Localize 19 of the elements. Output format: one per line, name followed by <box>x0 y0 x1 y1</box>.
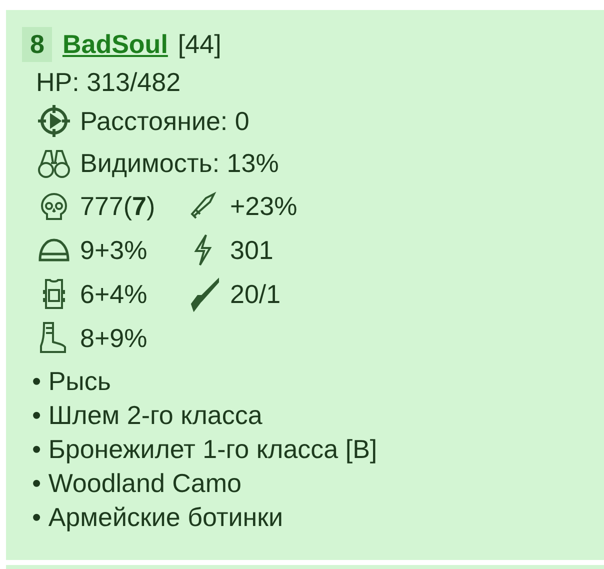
player-name-link[interactable]: BadSoul <box>62 28 168 60</box>
hp-text: HP: 313/482 <box>36 66 182 99</box>
equipment-item: • Шлем 2-го класса <box>32 399 264 432</box>
stat-value: 777(7) <box>80 190 156 222</box>
equipment-item: • Армейские ботинки <box>32 501 284 534</box>
stat-value: 301 <box>230 234 274 266</box>
stat-value: 6+4% <box>80 278 148 310</box>
info-text: Расстояние: 0 <box>80 106 250 136</box>
info-text: Видимость: 13% <box>80 148 279 178</box>
stat-value: +23% <box>230 190 298 222</box>
stat-value: 8+9% <box>80 322 148 354</box>
stat-value: 9+3% <box>80 234 148 266</box>
crosshair-icon <box>36 103 72 139</box>
level-text: [44] <box>178 28 222 60</box>
equipment-item: • Рысь <box>32 365 112 398</box>
equipment-item: • Woodland Camo <box>32 467 243 500</box>
unit-number: 8 <box>22 26 52 62</box>
stat-value: 20/1 <box>230 278 281 310</box>
equipment-item: • Бронежилет 1-го класса [B] <box>32 433 378 466</box>
